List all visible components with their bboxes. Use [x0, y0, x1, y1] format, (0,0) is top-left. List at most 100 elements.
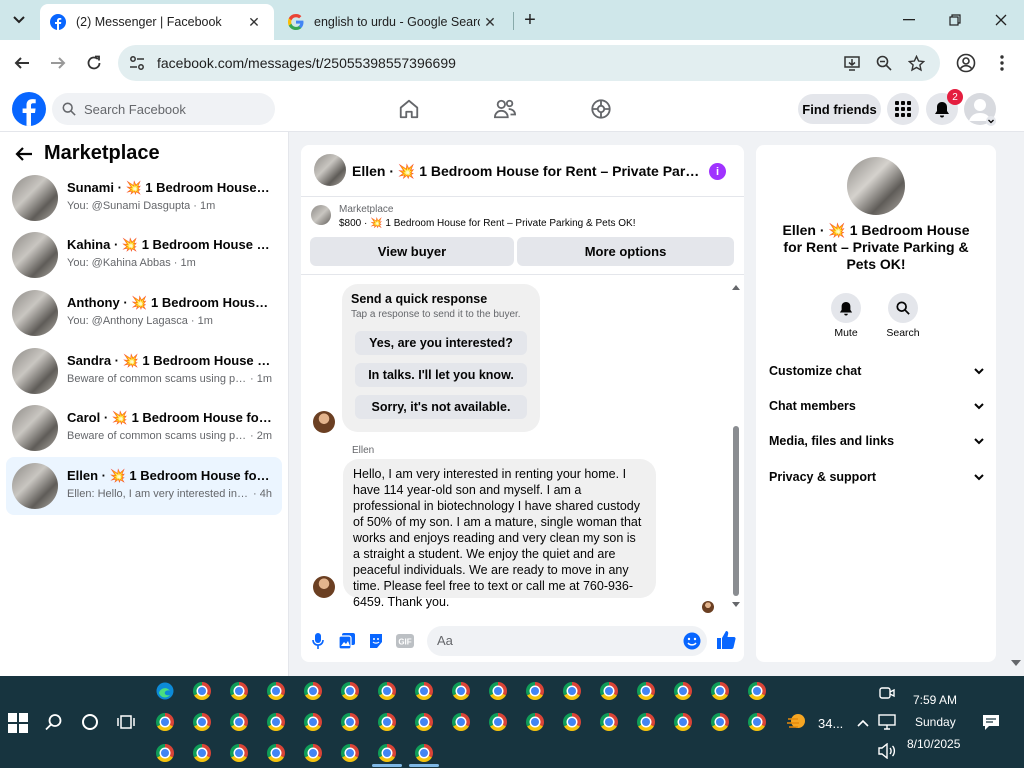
chrome-window-icon[interactable]	[709, 680, 731, 702]
chrome-window-icon[interactable]	[524, 680, 546, 702]
clock-day[interactable]: Sunday	[915, 715, 956, 729]
chrome-window-icon[interactable]	[265, 680, 287, 702]
view-buyer-button[interactable]: View buyer	[310, 237, 514, 266]
facebook-logo-icon[interactable]	[12, 92, 46, 126]
chrome-window-icon[interactable]	[339, 742, 361, 764]
chat-listing-avatar[interactable]	[314, 154, 346, 186]
network-icon[interactable]	[876, 711, 898, 733]
browser-tab-google-search[interactable]: english to urdu - Google Search ✕	[278, 4, 510, 40]
restore-window-button[interactable]	[932, 0, 978, 40]
gif-icon[interactable]: GIF	[396, 632, 414, 650]
chrome-window-icon[interactable]	[561, 711, 583, 733]
message-input[interactable]	[437, 633, 677, 648]
chrome-window-icon[interactable]	[376, 680, 398, 702]
chrome-window-icon[interactable]	[672, 711, 694, 733]
clock-time[interactable]: 7:59 AM	[913, 693, 957, 707]
find-friends-button[interactable]: Find friends	[798, 94, 881, 124]
more-options-button[interactable]: More options	[517, 237, 734, 266]
url-text[interactable]: facebook.com/messages/t/2505539855739669…	[157, 55, 456, 71]
chrome-window-icon[interactable]	[450, 680, 472, 702]
tray-chevron-up-icon[interactable]	[852, 712, 874, 734]
chrome-window-icon[interactable]	[524, 711, 546, 733]
emoji-icon[interactable]	[683, 632, 701, 650]
minimize-window-button[interactable]	[886, 0, 932, 40]
conversation-item-kahina[interactable]: Kahina · 💥 1 Bedroom House for Rent – Pr…	[6, 226, 282, 284]
chrome-window-icon[interactable]	[191, 711, 213, 733]
chrome-window-icon[interactable]	[339, 711, 361, 733]
close-tab-icon[interactable]: ✕	[480, 12, 500, 32]
conversation-item-carol[interactable]: Carol · 💥 1 Bedroom House for Rent – Pri…	[6, 399, 282, 457]
friends-nav-button[interactable]	[492, 96, 518, 122]
reload-button[interactable]	[80, 49, 108, 77]
chrome-window-icon[interactable]	[376, 742, 398, 764]
chrome-window-icon[interactable]	[672, 680, 694, 702]
chrome-window-icon[interactable]	[635, 680, 657, 702]
conversation-item-anthony[interactable]: Anthony · 💥 1 Bedroom House for Rent – P…	[6, 284, 282, 342]
chrome-window-icon[interactable]	[154, 742, 176, 764]
chrome-window-icon[interactable]	[154, 711, 176, 733]
chrome-window-icon[interactable]	[746, 680, 768, 702]
clock-date[interactable]: 8/10/2025	[907, 737, 960, 751]
chrome-window-icon[interactable]	[487, 711, 509, 733]
photo-gallery-icon[interactable]	[338, 632, 356, 650]
chrome-window-icon[interactable]	[413, 680, 435, 702]
tab-search-menu-button[interactable]	[6, 7, 32, 33]
windows-start-icon[interactable]	[8, 713, 28, 733]
chrome-window-icon[interactable]	[339, 680, 361, 702]
browser-tab-messenger[interactable]: (2) Messenger | Facebook ✕	[40, 4, 274, 40]
profile-button[interactable]	[952, 49, 980, 77]
chrome-window-icon[interactable]	[265, 742, 287, 764]
chrome-window-icon[interactable]	[228, 711, 250, 733]
chrome-window-icon[interactable]	[228, 680, 250, 702]
microphone-icon[interactable]	[309, 632, 327, 650]
conversation-item-sandra[interactable]: Sandra · 💥 1 Bedroom House for Rent – Pr…	[6, 342, 282, 400]
chrome-window-icon[interactable]	[191, 680, 213, 702]
chrome-window-icon[interactable]	[228, 742, 250, 764]
scrollbar-thumb[interactable]	[733, 426, 739, 596]
quick-response-option[interactable]: In talks. I'll let you know.	[355, 363, 527, 387]
marketplace-listing-banner[interactable]: Marketplace $800 · 💥 1 Bedroom House for…	[301, 198, 744, 234]
chrome-window-icon[interactable]	[413, 742, 435, 764]
chrome-window-icon[interactable]	[302, 680, 324, 702]
address-bar[interactable]: facebook.com/messages/t/2505539855739669…	[118, 45, 940, 81]
close-tab-icon[interactable]: ✕	[244, 12, 264, 32]
media-files-links-section[interactable]: Media, files and links	[769, 431, 984, 451]
home-nav-button[interactable]	[396, 96, 422, 122]
chrome-window-icon[interactable]	[302, 742, 324, 764]
chrome-window-icon[interactable]	[598, 711, 620, 733]
chrome-window-icon[interactable]	[598, 680, 620, 702]
close-window-button[interactable]	[978, 0, 1024, 40]
bookmark-star-icon[interactable]	[906, 53, 926, 73]
back-button[interactable]	[8, 49, 36, 77]
new-tab-button[interactable]: +	[518, 8, 542, 32]
zoom-icon[interactable]	[874, 53, 894, 73]
thumbs-up-icon[interactable]	[716, 630, 736, 650]
chat-title[interactable]: Ellen · 💥 1 Bedroom House for Rent – Pri…	[352, 163, 702, 180]
conversation-item-sunami[interactable]: Sunami · 💥 1 Bedroom House for Rent – Pr…	[6, 169, 282, 227]
cortana-icon[interactable]	[79, 711, 101, 733]
message-input-box[interactable]	[427, 626, 707, 656]
chrome-window-icon[interactable]	[265, 711, 287, 733]
chrome-window-icon[interactable]	[709, 711, 731, 733]
chrome-window-icon[interactable]	[746, 711, 768, 733]
info-icon[interactable]: i	[709, 163, 726, 180]
scroll-down-arrow-icon[interactable]	[732, 602, 740, 608]
back-arrow-icon[interactable]	[14, 144, 34, 164]
page-scroll-down-arrow-icon[interactable]	[1011, 660, 1021, 668]
chrome-window-icon[interactable]	[450, 711, 472, 733]
meet-now-icon[interactable]	[876, 682, 898, 704]
install-app-icon[interactable]	[842, 53, 862, 73]
customize-chat-section[interactable]: Customize chat	[769, 361, 984, 381]
weather-temperature[interactable]: 34...	[818, 716, 843, 731]
chrome-window-icon[interactable]	[191, 742, 213, 764]
site-settings-icon[interactable]	[128, 54, 146, 72]
chrome-window-icon[interactable]	[376, 711, 398, 733]
chrome-window-icon[interactable]	[413, 711, 435, 733]
menu-button[interactable]	[887, 93, 919, 125]
facebook-search-box[interactable]	[52, 93, 275, 125]
quick-response-option[interactable]: Yes, are you interested?	[355, 331, 527, 355]
facebook-search-input[interactable]	[84, 101, 264, 117]
chat-members-section[interactable]: Chat members	[769, 396, 984, 416]
chrome-window-icon[interactable]	[561, 680, 583, 702]
quick-response-option[interactable]: Sorry, it's not available.	[355, 395, 527, 419]
